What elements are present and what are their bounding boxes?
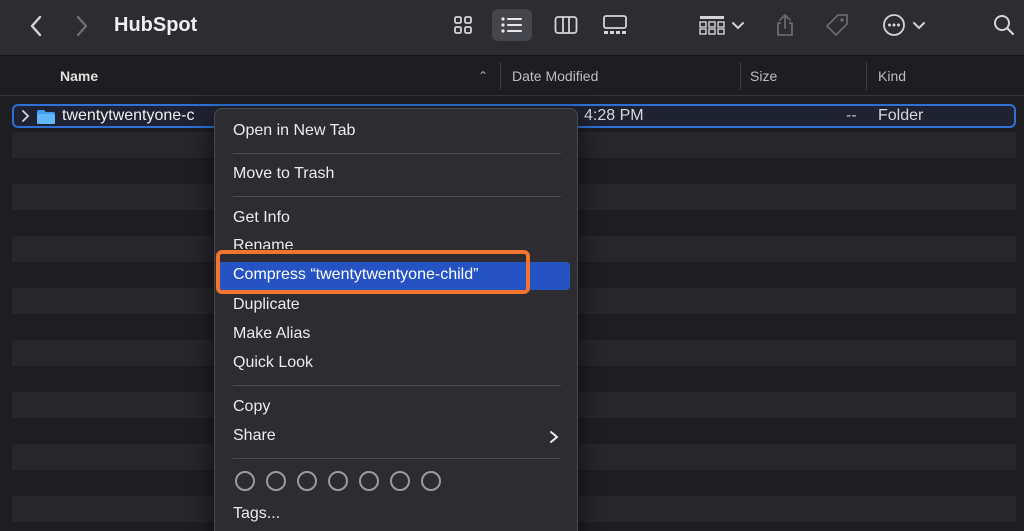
column-header-bar: Name ⌃ Date Modified Size Kind	[0, 56, 1024, 96]
annotation-highlight-box	[216, 250, 530, 294]
list-view-button[interactable]	[492, 9, 532, 41]
ellipsis-circle-icon	[883, 14, 905, 36]
column-header-name[interactable]: Name	[60, 56, 98, 96]
list-icon	[501, 17, 522, 33]
tag-circle-icon[interactable]	[421, 471, 441, 491]
gallery-view-button[interactable]	[595, 9, 635, 41]
gallery-icon	[603, 15, 627, 34]
menu-item-make-alias[interactable]: Make Alias	[233, 325, 310, 343]
column-header-date-modified[interactable]: Date Modified	[512, 56, 598, 96]
finder-toolbar: HubSpot	[0, 0, 1024, 56]
column-view-button[interactable]	[546, 9, 586, 41]
menu-item-rename[interactable]: Rename	[233, 237, 293, 249]
tag-circle-icon[interactable]	[297, 471, 317, 491]
menu-item-tags[interactable]: Tags...	[233, 505, 280, 523]
window-title: HubSpot	[114, 14, 198, 36]
search-icon	[994, 15, 1015, 36]
menu-separator	[233, 196, 561, 197]
tag-circle-icon[interactable]	[235, 471, 255, 491]
disclosure-triangle-icon[interactable]	[20, 109, 30, 123]
file-name: twentytwentyone-c	[62, 107, 195, 124]
chevron-down-icon	[913, 22, 925, 30]
menu-item-copy[interactable]: Copy	[233, 398, 270, 416]
chevron-left-icon	[30, 15, 42, 37]
search-button[interactable]	[988, 9, 1020, 41]
sort-ascending-icon[interactable]: ⌃	[478, 56, 488, 96]
forward-button[interactable]	[68, 12, 96, 40]
chevron-down-icon	[732, 22, 744, 30]
folder-icon	[37, 110, 55, 124]
chevron-right-icon	[76, 15, 88, 37]
back-button[interactable]	[22, 12, 50, 40]
tag-button[interactable]	[818, 9, 856, 41]
columns-icon	[554, 16, 578, 34]
column-divider[interactable]	[740, 62, 741, 90]
tag-circle-icon[interactable]	[266, 471, 286, 491]
column-divider[interactable]	[866, 62, 867, 90]
menu-separator	[233, 385, 561, 386]
menu-separator	[233, 458, 561, 459]
menu-item-get-info[interactable]: Get Info	[233, 209, 290, 227]
menu-item-move-to-trash[interactable]: Move to Trash	[233, 165, 334, 183]
action-menu-button[interactable]	[876, 9, 932, 41]
menu-item-quick-look[interactable]: Quick Look	[233, 354, 313, 372]
share-icon	[777, 14, 793, 36]
group-icon	[699, 16, 725, 35]
tag-icon	[826, 14, 848, 36]
file-date-modified: 4:28 PM	[584, 107, 644, 124]
tag-color-picker	[235, 471, 565, 491]
tag-circle-icon[interactable]	[328, 471, 348, 491]
tag-circle-icon[interactable]	[390, 471, 410, 491]
menu-item-share[interactable]: Share	[233, 427, 276, 445]
share-button[interactable]	[768, 9, 802, 41]
icon-view-button[interactable]	[443, 9, 483, 41]
file-size: --	[846, 107, 857, 124]
tag-circle-icon[interactable]	[359, 471, 379, 491]
column-divider[interactable]	[500, 62, 501, 90]
file-kind: Folder	[878, 107, 924, 124]
menu-item-open-in-new-tab[interactable]: Open in New Tab	[233, 122, 355, 140]
menu-separator	[233, 153, 561, 154]
menu-item-duplicate[interactable]: Duplicate	[233, 296, 300, 314]
context-menu: Open in New Tab Move to Trash Get Info R…	[214, 108, 578, 531]
column-header-kind[interactable]: Kind	[878, 56, 906, 96]
chevron-right-icon	[550, 431, 559, 443]
column-header-size[interactable]: Size	[750, 56, 777, 96]
grid-icon	[454, 16, 472, 34]
group-by-button[interactable]	[694, 9, 750, 41]
